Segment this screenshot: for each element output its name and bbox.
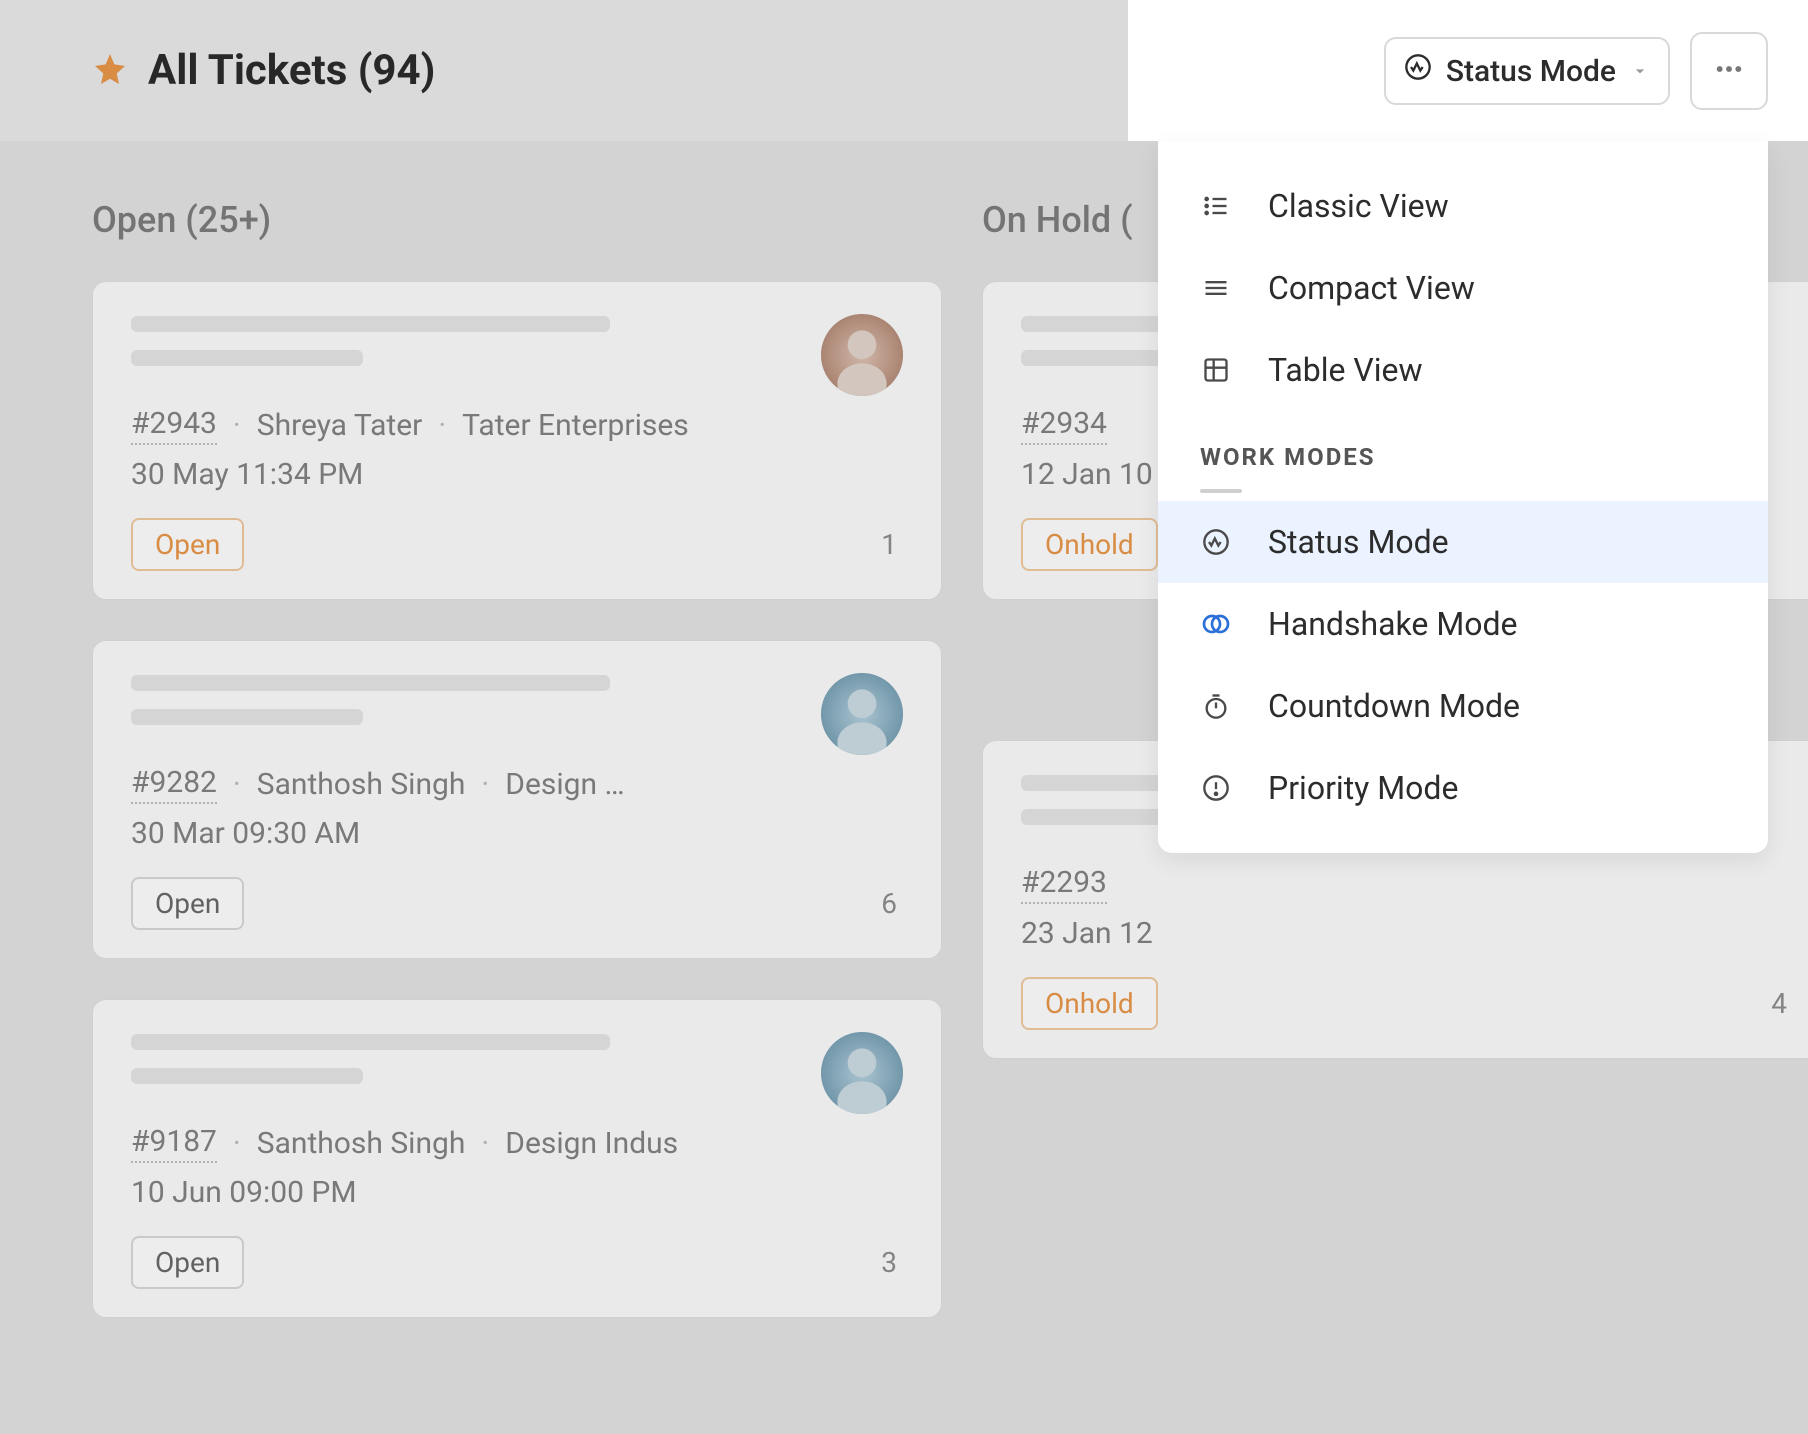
ticket-card[interactable]: #9187·Santhosh Singh·Design Indus 10 Jun …: [92, 999, 942, 1318]
view-mode-dropdown: Classic View Compact View Table View WORK M…: [1158, 141, 1768, 853]
ticket-timestamp: 10 Jun 09:00 PM: [131, 1175, 903, 1210]
mode-option-label: Countdown Mode: [1268, 687, 1520, 725]
lines-icon: [1200, 272, 1232, 304]
ticket-id[interactable]: #2293: [1021, 865, 1107, 904]
status-icon: [1404, 53, 1432, 89]
ticket-count: 3: [881, 1246, 897, 1279]
card-footer: Open 1: [131, 518, 903, 571]
ticket-timestamp: 30 Mar 09:30 AM: [131, 816, 903, 851]
status-chip[interactable]: Open: [131, 877, 244, 930]
mode-option-label: Handshake Mode: [1268, 605, 1518, 643]
card-footer: Open 3: [131, 1236, 903, 1289]
ticket-timestamp: 23 Jan 12: [1021, 916, 1793, 951]
status-chip[interactable]: Open: [131, 1236, 244, 1289]
mode-selector-label: Status Mode: [1446, 54, 1616, 89]
mode-option[interactable]: Countdown Mode: [1158, 665, 1768, 747]
ticket-card[interactable]: #2943·Shreya Tater·Tater Enterprises 30 M…: [92, 281, 942, 600]
mode-option-label: Status Mode: [1268, 523, 1449, 561]
list-icon: [1200, 190, 1232, 222]
view-option-label: Compact View: [1268, 269, 1475, 307]
view-option-label: Table View: [1268, 351, 1423, 389]
ticket-id[interactable]: #9187: [131, 1124, 217, 1163]
status-chip[interactable]: Onhold: [1021, 977, 1158, 1030]
status-icon: [1200, 526, 1232, 558]
avatar: [821, 1032, 903, 1114]
column-title: Open (25+): [92, 199, 942, 241]
mode-option[interactable]: Priority Mode: [1158, 747, 1768, 829]
alert-icon: [1200, 772, 1232, 804]
mode-selector-button[interactable]: Status Mode: [1384, 37, 1670, 105]
skeleton-line: [131, 709, 363, 725]
ticket-count: 1: [881, 528, 897, 561]
skeleton-line: [131, 1068, 363, 1084]
ticket-person: Shreya Tater: [257, 408, 423, 443]
skeleton-line: [131, 1034, 610, 1050]
page-title: All Tickets (94): [148, 46, 435, 95]
table-icon: [1200, 354, 1232, 386]
kanban-column: Open (25+) #2943·Shreya Tater·Tater Enter…: [92, 181, 942, 1358]
ticket-timestamp: 30 May 11:34 PM: [131, 457, 903, 492]
handshake-icon: [1200, 608, 1232, 640]
ellipsis-icon: [1713, 53, 1745, 89]
ticket-meta: #9187·Santhosh Singh·Design Indus: [131, 1124, 903, 1163]
ticket-person: Santhosh Singh: [257, 1126, 466, 1161]
avatar: [821, 314, 903, 396]
ticket-id[interactable]: #9282: [131, 765, 217, 804]
skeleton-line: [131, 350, 363, 366]
more-options-button[interactable]: [1690, 32, 1768, 110]
skeleton-line: [131, 316, 610, 332]
toolbar: Status Mode: [1384, 32, 1768, 110]
ticket-count: 6: [881, 887, 897, 920]
ticket-company: Tater Enterprises: [462, 408, 689, 443]
ticket-meta: #9282·Santhosh Singh·Design …: [131, 765, 903, 804]
ticket-meta: #2943·Shreya Tater·Tater Enterprises: [131, 406, 903, 445]
ticket-person: Santhosh Singh: [257, 767, 466, 802]
timer-icon: [1200, 690, 1232, 722]
view-option[interactable]: Table View: [1158, 329, 1768, 411]
view-option[interactable]: Classic View: [1158, 165, 1768, 247]
divider: [1200, 489, 1242, 493]
dropdown-section-header: WORK MODES: [1158, 411, 1768, 479]
ticket-card[interactable]: #9282·Santhosh Singh·Design … 30 Mar 09:3…: [92, 640, 942, 959]
status-chip[interactable]: Onhold: [1021, 518, 1158, 571]
card-footer: Onhold 4: [1021, 977, 1793, 1030]
view-option-label: Classic View: [1268, 187, 1449, 225]
card-footer: Open 6: [131, 877, 903, 930]
ticket-meta: #2293: [1021, 865, 1793, 904]
ticket-company: Design …: [505, 767, 624, 802]
mode-option-label: Priority Mode: [1268, 769, 1458, 807]
view-option[interactable]: Compact View: [1158, 247, 1768, 329]
mode-option[interactable]: Status Mode: [1158, 501, 1768, 583]
ticket-company: Design Indus: [505, 1126, 678, 1161]
star-icon[interactable]: [92, 51, 128, 91]
avatar: [821, 673, 903, 755]
mode-option[interactable]: Handshake Mode: [1158, 583, 1768, 665]
chevron-down-icon: [1630, 54, 1650, 89]
ticket-id[interactable]: #2934: [1021, 406, 1107, 445]
ticket-id[interactable]: #2943: [131, 406, 217, 445]
skeleton-line: [131, 675, 610, 691]
ticket-count: 4: [1771, 987, 1787, 1020]
status-chip[interactable]: Open: [131, 518, 244, 571]
